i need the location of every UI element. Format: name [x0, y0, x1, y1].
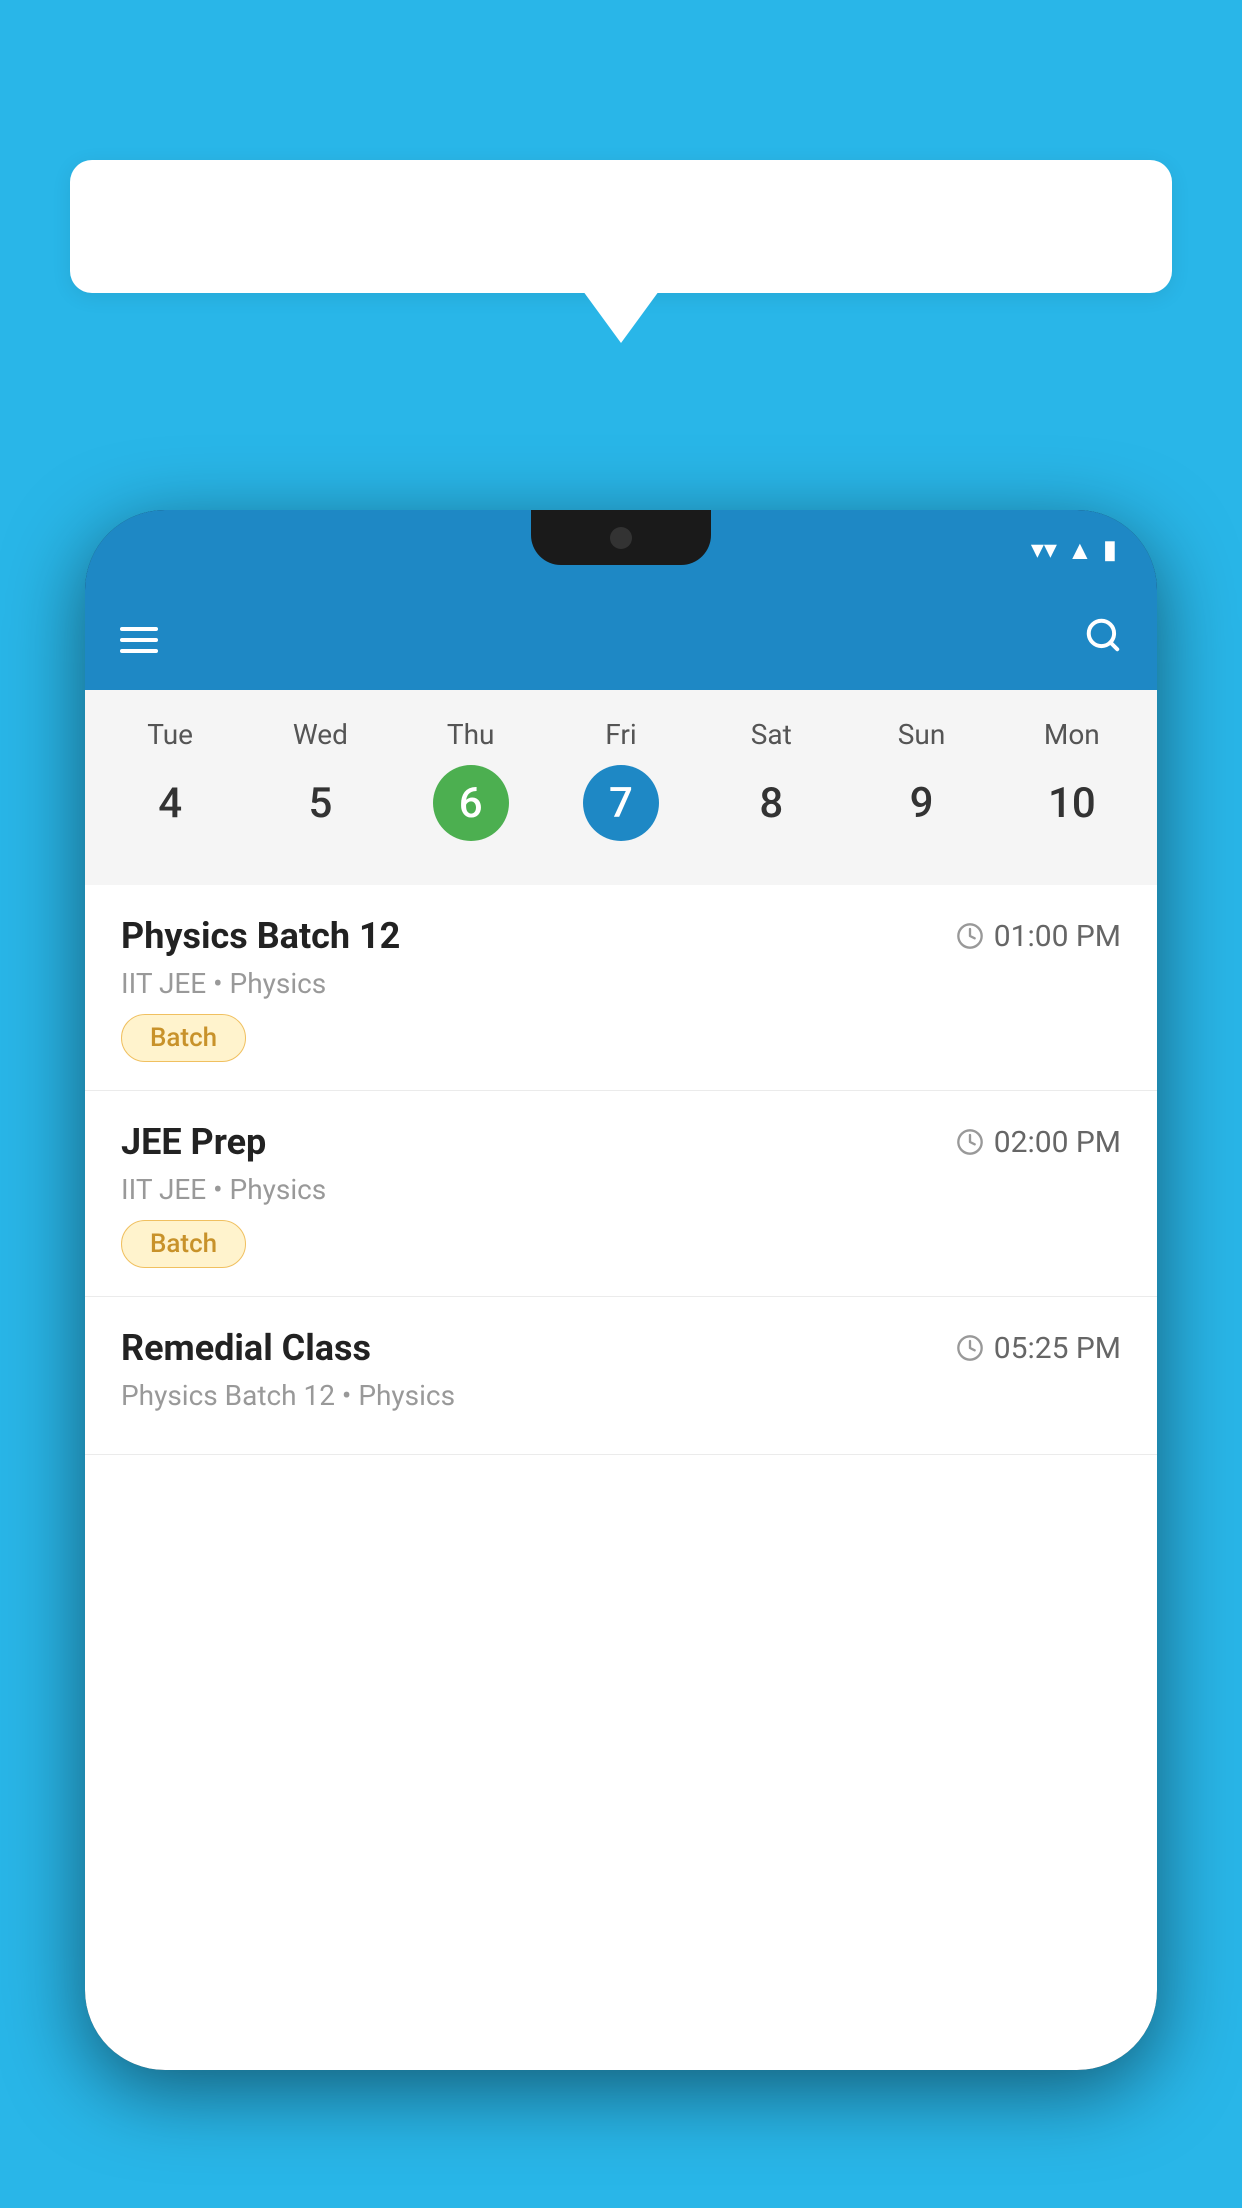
class-item[interactable]: JEE Prep 02:00 PM IIT JEE • Physics Batch	[85, 1091, 1157, 1297]
menu-button[interactable]	[120, 627, 158, 653]
class-item-header: Physics Batch 12 01:00 PM	[121, 915, 1121, 957]
status-bar: ▾▾ ▲ ▮	[85, 510, 1157, 590]
day-name: Tue	[147, 718, 193, 751]
notch	[531, 510, 711, 565]
status-icons: ▾▾ ▲ ▮	[1031, 535, 1117, 566]
phone-screen: Tue 4 Wed 5 Thu 6 Fri 7 Sat 8 Sun 9 Mon 10 Physics Ba…	[85, 590, 1157, 2070]
day-col-sun[interactable]: Sun 9	[857, 718, 987, 841]
day-col-tue[interactable]: Tue 4	[105, 718, 235, 841]
search-button[interactable]	[1084, 616, 1122, 664]
class-meta: Physics Batch 12 • Physics	[121, 1379, 1121, 1412]
class-list: Physics Batch 12 01:00 PM IIT JEE • Physi…	[85, 885, 1157, 1455]
camera	[610, 527, 632, 549]
signal-icon: ▲	[1067, 535, 1093, 566]
class-name: JEE Prep	[121, 1121, 266, 1163]
battery-icon: ▮	[1103, 535, 1117, 565]
class-meta: IIT JEE • Physics	[121, 967, 1121, 1000]
class-time: 02:00 PM	[956, 1125, 1121, 1160]
class-time: 01:00 PM	[956, 919, 1121, 954]
day-number: 4	[132, 765, 208, 841]
days-row: Tue 4 Wed 5 Thu 6 Fri 7 Sat 8 Sun 9 Mon 10	[85, 718, 1157, 841]
wifi-icon: ▾▾	[1031, 535, 1057, 565]
class-name: Remedial Class	[121, 1327, 371, 1369]
day-number: 5	[282, 765, 358, 841]
day-col-wed[interactable]: Wed 5	[255, 718, 385, 841]
day-number: 10	[1034, 765, 1110, 841]
class-time: 05:25 PM	[956, 1331, 1121, 1366]
day-number: 7	[583, 765, 659, 841]
day-name: Sun	[898, 718, 946, 751]
batch-badge: Batch	[121, 1220, 246, 1268]
day-number: 8	[733, 765, 809, 841]
batch-badge: Batch	[121, 1014, 246, 1062]
speech-bubble-container	[70, 160, 1172, 293]
class-item-header: Remedial Class 05:25 PM	[121, 1327, 1121, 1369]
day-name: Thu	[447, 718, 495, 751]
calendar-strip: Tue 4 Wed 5 Thu 6 Fri 7 Sat 8 Sun 9 Mon 10	[85, 690, 1157, 885]
phone-frame: ▾▾ ▲ ▮	[85, 510, 1157, 2070]
class-meta: IIT JEE • Physics	[121, 1173, 1121, 1206]
day-col-sat[interactable]: Sat 8	[706, 718, 836, 841]
class-item-header: JEE Prep 02:00 PM	[121, 1121, 1121, 1163]
day-name: Wed	[293, 718, 348, 751]
day-number: 9	[884, 765, 960, 841]
day-col-mon[interactable]: Mon 10	[1007, 718, 1137, 841]
day-name: Sat	[751, 718, 792, 751]
class-item[interactable]: Physics Batch 12 01:00 PM IIT JEE • Physi…	[85, 885, 1157, 1091]
class-item[interactable]: Remedial Class 05:25 PM Physics Batch 12 …	[85, 1297, 1157, 1455]
day-name: Fri	[605, 718, 636, 751]
day-name: Mon	[1044, 718, 1100, 751]
speech-bubble	[70, 160, 1172, 293]
app-header	[85, 590, 1157, 690]
day-col-fri[interactable]: Fri 7	[556, 718, 686, 841]
class-name: Physics Batch 12	[121, 915, 400, 957]
day-number: 6	[433, 765, 509, 841]
day-col-thu[interactable]: Thu 6	[406, 718, 536, 841]
selected-date-label	[85, 841, 1157, 875]
phone-container: ▾▾ ▲ ▮	[85, 510, 1157, 2208]
